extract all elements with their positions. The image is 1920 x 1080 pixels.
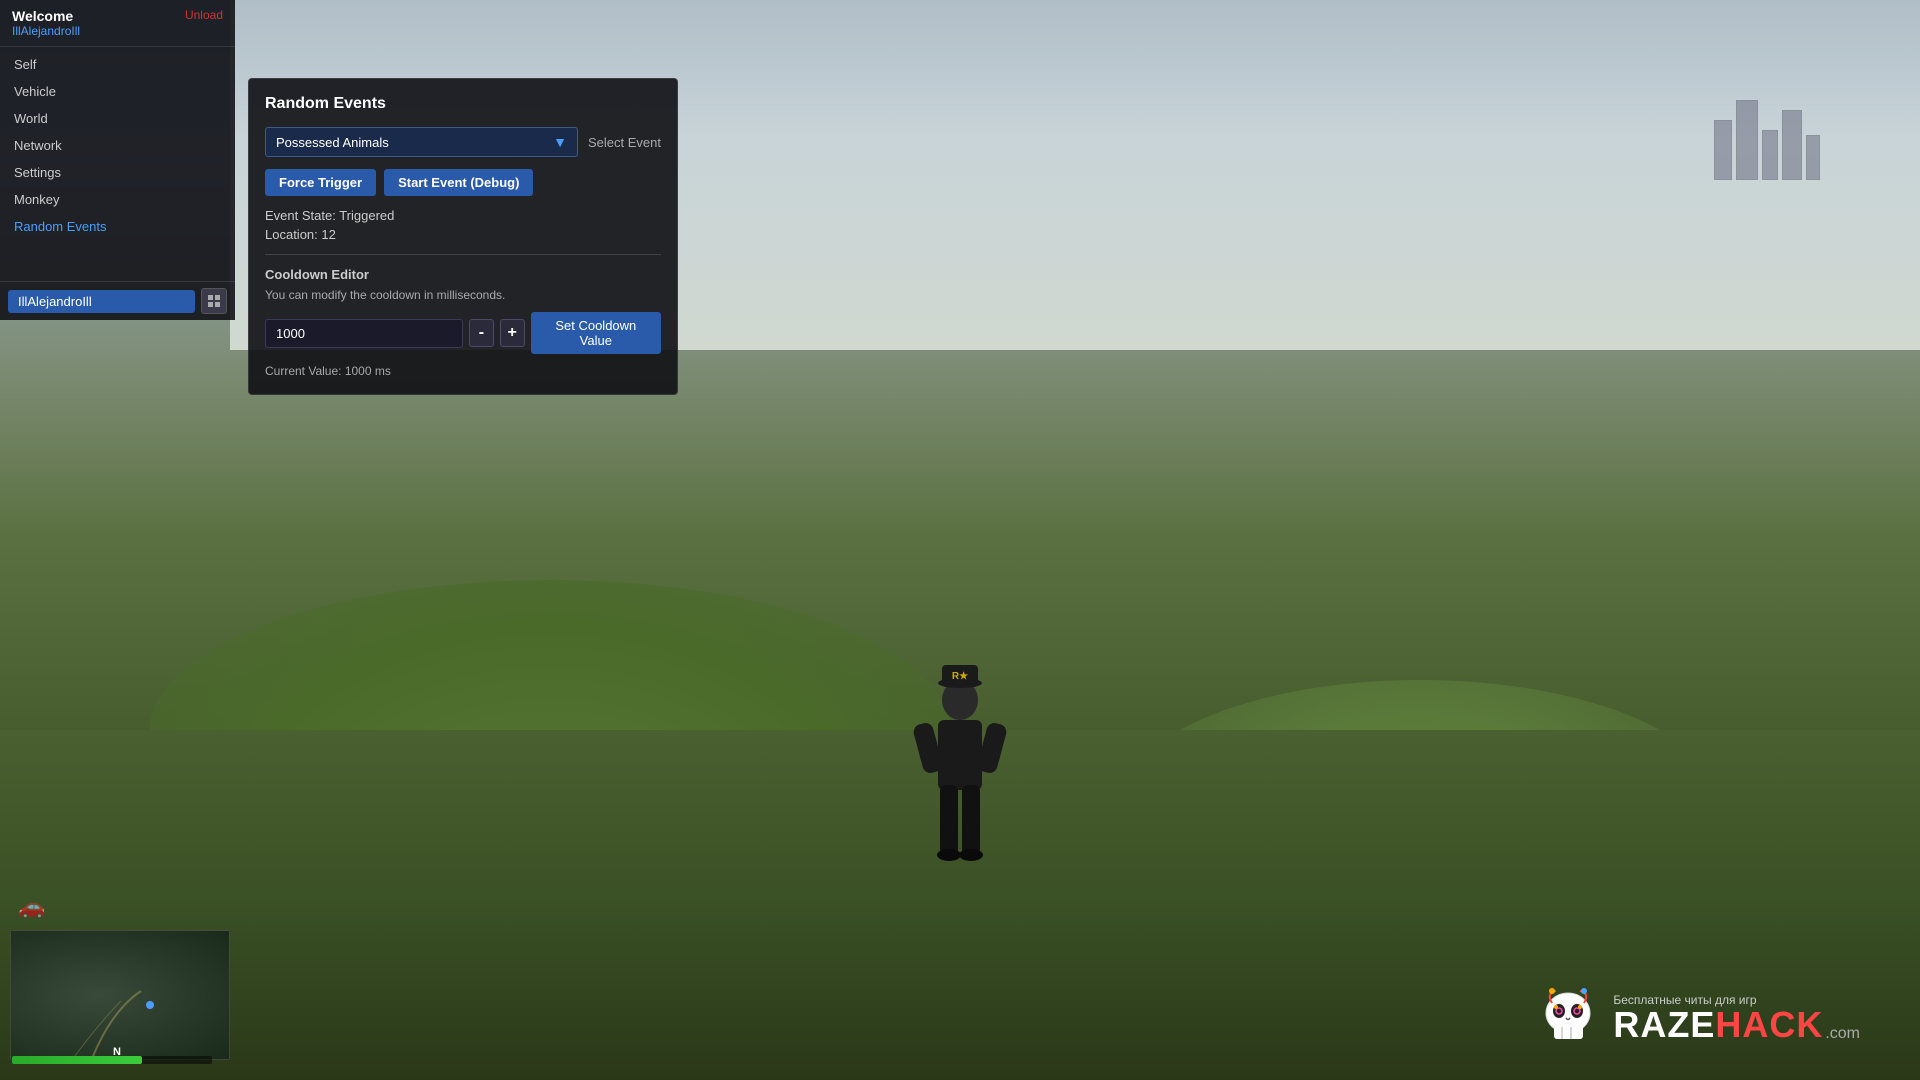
watermark-brand-row: RAZEHACK .com: [1613, 1007, 1860, 1043]
building-5: [1806, 135, 1820, 180]
panel-divider: [265, 254, 661, 255]
building-3: [1762, 130, 1778, 180]
watermark-text-block: Бесплатные читы для игр RAZEHACK .com: [1613, 993, 1860, 1043]
sidebar-nav: Self Vehicle World Network Settings Monk…: [0, 47, 235, 281]
cooldown-input-row: - + Set Cooldown Value: [265, 312, 661, 354]
sidebar-footer-username: IllAlejandroIll: [8, 290, 195, 313]
watermark: Бесплатные читы для игр RAZEHACK .com: [1536, 985, 1860, 1050]
building-1: [1714, 120, 1732, 180]
building-4: [1782, 110, 1802, 180]
sidebar-welcome-block: Welcome IllAlejandroIll: [12, 8, 80, 38]
sidebar-item-vehicle[interactable]: Vehicle: [0, 78, 235, 105]
event-state-text: Event State: Triggered: [265, 208, 661, 223]
watermark-domain: .com: [1825, 1025, 1860, 1043]
force-trigger-button[interactable]: Force Trigger: [265, 169, 376, 196]
cooldown-description: You can modify the cooldown in milliseco…: [265, 288, 661, 302]
health-bar-container: [12, 1056, 212, 1068]
minimap-inner: [11, 931, 229, 1059]
unload-button[interactable]: Unload: [185, 8, 223, 22]
health-bar-bg: [12, 1056, 212, 1064]
selected-event-text: Possessed Animals: [276, 135, 389, 150]
background-buildings: [1714, 100, 1820, 180]
sidebar-item-self[interactable]: Self: [0, 51, 235, 78]
player-character: R★: [900, 655, 1020, 880]
decrement-button[interactable]: -: [469, 319, 494, 347]
event-select-row: Possessed Animals ▼ Select Event: [265, 127, 661, 157]
vehicle-hud-icon: 🚗: [18, 894, 45, 920]
health-bar-fill: [12, 1056, 142, 1064]
current-value-text: Current Value: 1000 ms: [265, 364, 661, 378]
random-events-panel: Random Events Possessed Animals ▼ Select…: [248, 78, 678, 395]
sidebar-item-random-events[interactable]: Random Events: [0, 213, 235, 240]
sidebar-welcome-text: Welcome: [12, 8, 80, 24]
dropdown-arrow-icon: ▼: [553, 134, 567, 150]
set-cooldown-button[interactable]: Set Cooldown Value: [531, 312, 661, 354]
sidebar-footer: IllAlejandroIll: [0, 281, 235, 320]
location-text: Location: 12: [265, 227, 661, 242]
building-2: [1736, 100, 1758, 180]
sidebar-item-world[interactable]: World: [0, 105, 235, 132]
svg-text:R★: R★: [952, 671, 968, 682]
panel-title: Random Events: [265, 95, 661, 113]
sidebar-username-header: IllAlejandroIll: [12, 24, 80, 38]
increment-button[interactable]: +: [500, 319, 525, 347]
sidebar-header: Welcome IllAlejandroIll Unload: [0, 0, 235, 47]
brand-raze: RAZE: [1613, 1004, 1715, 1045]
sidebar-item-monkey[interactable]: Monkey: [0, 186, 235, 213]
sidebar-settings-icon[interactable]: [201, 288, 227, 314]
sidebar-item-network[interactable]: Network: [0, 132, 235, 159]
brand-hack: HACK: [1715, 1004, 1823, 1045]
trigger-buttons-row: Force Trigger Start Event (Debug): [265, 169, 661, 196]
skull-logo-icon: [1536, 985, 1601, 1050]
sidebar: Welcome IllAlejandroIll Unload Self Vehi…: [0, 0, 235, 320]
watermark-brand-name: RAZEHACK: [1613, 1007, 1823, 1043]
sidebar-item-settings[interactable]: Settings: [0, 159, 235, 186]
start-event-debug-button[interactable]: Start Event (Debug): [384, 169, 533, 196]
select-event-label: Select Event: [588, 135, 661, 150]
event-dropdown[interactable]: Possessed Animals ▼: [265, 127, 578, 157]
cooldown-input-field[interactable]: [265, 319, 463, 348]
minimap: [10, 930, 230, 1060]
cooldown-editor-title: Cooldown Editor: [265, 267, 661, 282]
